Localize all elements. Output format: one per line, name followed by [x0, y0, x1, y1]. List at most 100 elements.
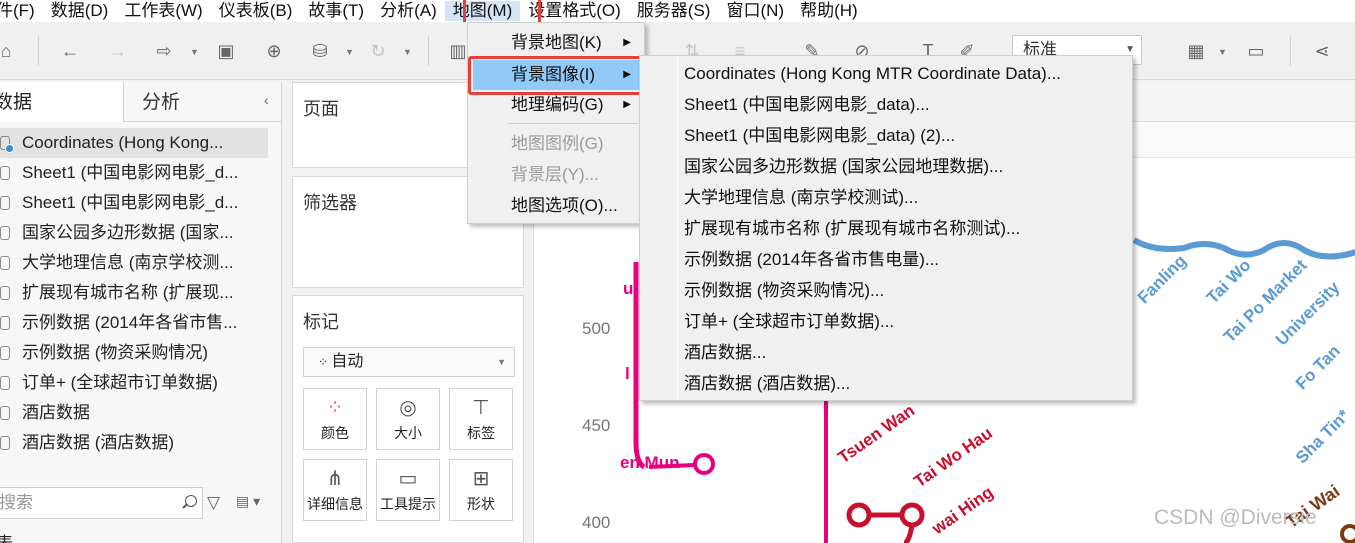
marks-type-value: 自动 — [331, 353, 364, 370]
database-icon — [0, 406, 10, 420]
tai-wai-station — [1340, 524, 1355, 543]
shape-button[interactable]: ⊞ 形状 — [449, 459, 513, 521]
submenu-arrow-icon: ▶ — [623, 37, 631, 48]
menu-item-label: 背景地图(K) — [511, 33, 602, 52]
tsuen-wan-station — [846, 502, 872, 528]
datasource-item[interactable]: Sheet1 (中国电影网电影_d... — [0, 188, 268, 218]
datasource-item[interactable]: 示例数据 (2014年各省市售... — [0, 308, 268, 338]
database-icon — [0, 226, 10, 240]
datasource-item[interactable]: 大学地理信息 (南京学校测... — [0, 248, 268, 278]
submenu-item[interactable]: Coordinates (Hong Kong MTR Coordinate Da… — [640, 58, 1132, 89]
datasource-label: 酒店数据 (酒店数据) — [22, 433, 175, 452]
y-tick-450: 450 — [582, 416, 611, 435]
datasource-item[interactable]: 订单+ (全球超市订单数据) — [0, 368, 268, 398]
submenu-item[interactable]: 国家公园多边形数据 (国家公园地理数据)... — [640, 151, 1132, 182]
datasource-item[interactable]: 国家公园多边形数据 (国家... — [0, 218, 268, 248]
undo-icon[interactable]: ← — [58, 39, 82, 63]
refresh-icon[interactable]: ↻ — [366, 39, 390, 63]
database-icon — [0, 436, 10, 450]
size-button[interactable]: ◎ 大小 — [376, 388, 440, 450]
color-button[interactable]: ⁘ 颜色 — [303, 388, 367, 450]
menu-dashboard[interactable]: 仪表板(B) — [211, 1, 301, 21]
station-label-partial-u: u — [623, 279, 634, 298]
filter-icon[interactable]: ▽ — [207, 493, 220, 513]
submenu-item[interactable]: 酒店数据 (酒店数据)... — [640, 368, 1132, 399]
menu-item-background-maps[interactable]: 背景地图(K) ▶ — [473, 28, 641, 58]
datasource-label: Sheet1 (中国电影网电影_d... — [22, 193, 239, 212]
chevron-down-icon[interactable]: ▼ — [345, 47, 354, 57]
submenu-item[interactable]: Sheet1 (中国电影网电影_data)... — [640, 89, 1132, 120]
menu-data[interactable]: 数据(D) — [43, 1, 117, 21]
tuen-mun-station — [693, 453, 715, 475]
datasource-icon[interactable]: ⛁ — [308, 39, 332, 63]
tab-analysis[interactable]: 分析 — [142, 82, 180, 122]
size-label: 大小 — [394, 425, 422, 441]
search-placeholder: 搜索 — [0, 493, 33, 512]
tooltip-label: 工具提示 — [380, 496, 436, 512]
menu-analysis[interactable]: 分析(A) — [372, 1, 445, 21]
menu-item-label: 地图图例(G) — [511, 134, 604, 153]
replay-icon[interactable]: ⇨ — [152, 39, 176, 63]
menu-file[interactable]: 件(F) — [0, 1, 43, 21]
show-me-icon[interactable]: ▦ — [1184, 39, 1208, 63]
datasource-item[interactable]: 酒店数据 — [0, 398, 268, 428]
detail-label: 详细信息 — [307, 496, 363, 512]
chevron-down-icon[interactable]: ▼ — [1218, 47, 1227, 57]
toolbar-divider — [428, 36, 429, 66]
size-icon: ◎ — [399, 397, 417, 419]
submenu-item[interactable]: 示例数据 (2014年各省市售电量)... — [640, 244, 1132, 275]
east-rail-line — [1132, 237, 1355, 260]
view-options-icon[interactable]: ▤ ▾ — [236, 493, 260, 510]
datasource-item[interactable]: 扩展现有城市名称 (扩展现... — [0, 278, 268, 308]
datasource-item[interactable]: Sheet1 (中国电影网电影_d... — [0, 158, 268, 188]
submenu-item[interactable]: 酒店数据... — [640, 337, 1132, 368]
datasource-label: Coordinates (Hong Kong... — [22, 133, 224, 152]
new-datasource-icon[interactable]: ⊕ — [262, 39, 286, 63]
filters-title: 筛选器 — [303, 193, 357, 213]
menu-item-map-layers[interactable]: 背景层(Y)... — [473, 160, 641, 190]
search-input[interactable]: 搜索 — [0, 487, 203, 519]
chevron-down-icon[interactable]: ▼ — [190, 47, 199, 57]
menu-window[interactable]: 窗口(N) — [718, 1, 792, 21]
redo-icon[interactable]: → — [106, 39, 130, 63]
menu-item-map-options[interactable]: 地图选项(O)... — [473, 191, 641, 221]
menu-worksheet[interactable]: 工作表(W) — [116, 1, 210, 21]
datasource-label: 示例数据 (2014年各省市售... — [22, 313, 238, 332]
marks-type-select[interactable]: ⁘ 自动 ▼ — [303, 347, 515, 377]
home-icon[interactable]: ⌂ — [0, 39, 18, 63]
chevron-down-icon[interactable]: ▼ — [403, 47, 412, 57]
label-button[interactable]: ⊤ 标签 — [449, 388, 513, 450]
tooltip-button[interactable]: ▭ 工具提示 — [376, 459, 440, 521]
datasource-item[interactable]: Coordinates (Hong Kong... — [0, 128, 268, 158]
menu-help[interactable]: 帮助(H) — [792, 1, 866, 21]
save-icon[interactable]: ▣ — [214, 39, 238, 63]
menu-server[interactable]: 服务器(S) — [629, 1, 719, 21]
tai-wo-hau-station — [899, 502, 925, 528]
presentation-icon[interactable]: ▭ — [1244, 39, 1268, 63]
submenu-item[interactable]: 扩展现有城市名称 (扩展现有城市名称测试)... — [640, 213, 1132, 244]
menu-item-map-legend[interactable]: 地图图例(G) — [473, 129, 641, 159]
map-dropdown-menu: 背景地图(K) ▶ 背景图像(I) ▶ 地理编码(G) ▶ 地图图例(G) 背景层(Y… — [467, 22, 645, 224]
submenu-item[interactable]: Sheet1 (中国电影网电影_data) (2)... — [640, 120, 1132, 151]
pages-title: 页面 — [303, 99, 339, 119]
tab-data[interactable]: 数据 — [0, 82, 124, 122]
share-icon[interactable]: ⋖ — [1310, 39, 1334, 63]
datasource-item[interactable]: 酒店数据 (酒店数据) — [0, 428, 268, 458]
submenu-item[interactable]: 大学地理信息 (南京学校测试)... — [640, 182, 1132, 213]
submenu-item[interactable]: 示例数据 (物资采购情况)... — [640, 275, 1132, 306]
datasource-label: 大学地理信息 (南京学校测... — [22, 253, 234, 272]
tooltip-icon: ▭ — [398, 468, 418, 490]
toolbar-divider — [38, 36, 39, 66]
detail-button[interactable]: ⋔ 详细信息 — [303, 459, 367, 521]
collapse-icon[interactable]: ‹ — [264, 92, 269, 108]
datasource-label: 示例数据 (物资采购情况) — [22, 343, 209, 362]
search-icon — [185, 495, 197, 507]
menu-story[interactable]: 故事(T) — [300, 1, 372, 21]
text-label-icon: ⊤ — [472, 397, 490, 419]
color-label: 颜色 — [321, 425, 349, 441]
datasource-item[interactable]: 示例数据 (物资采购情况) — [0, 338, 268, 368]
submenu-item[interactable]: 订单+ (全球超市订单数据)... — [640, 306, 1132, 337]
database-icon — [0, 136, 14, 153]
database-icon — [0, 166, 10, 180]
datasource-list: Coordinates (Hong Kong... Sheet1 (中国电影网电… — [0, 128, 282, 458]
